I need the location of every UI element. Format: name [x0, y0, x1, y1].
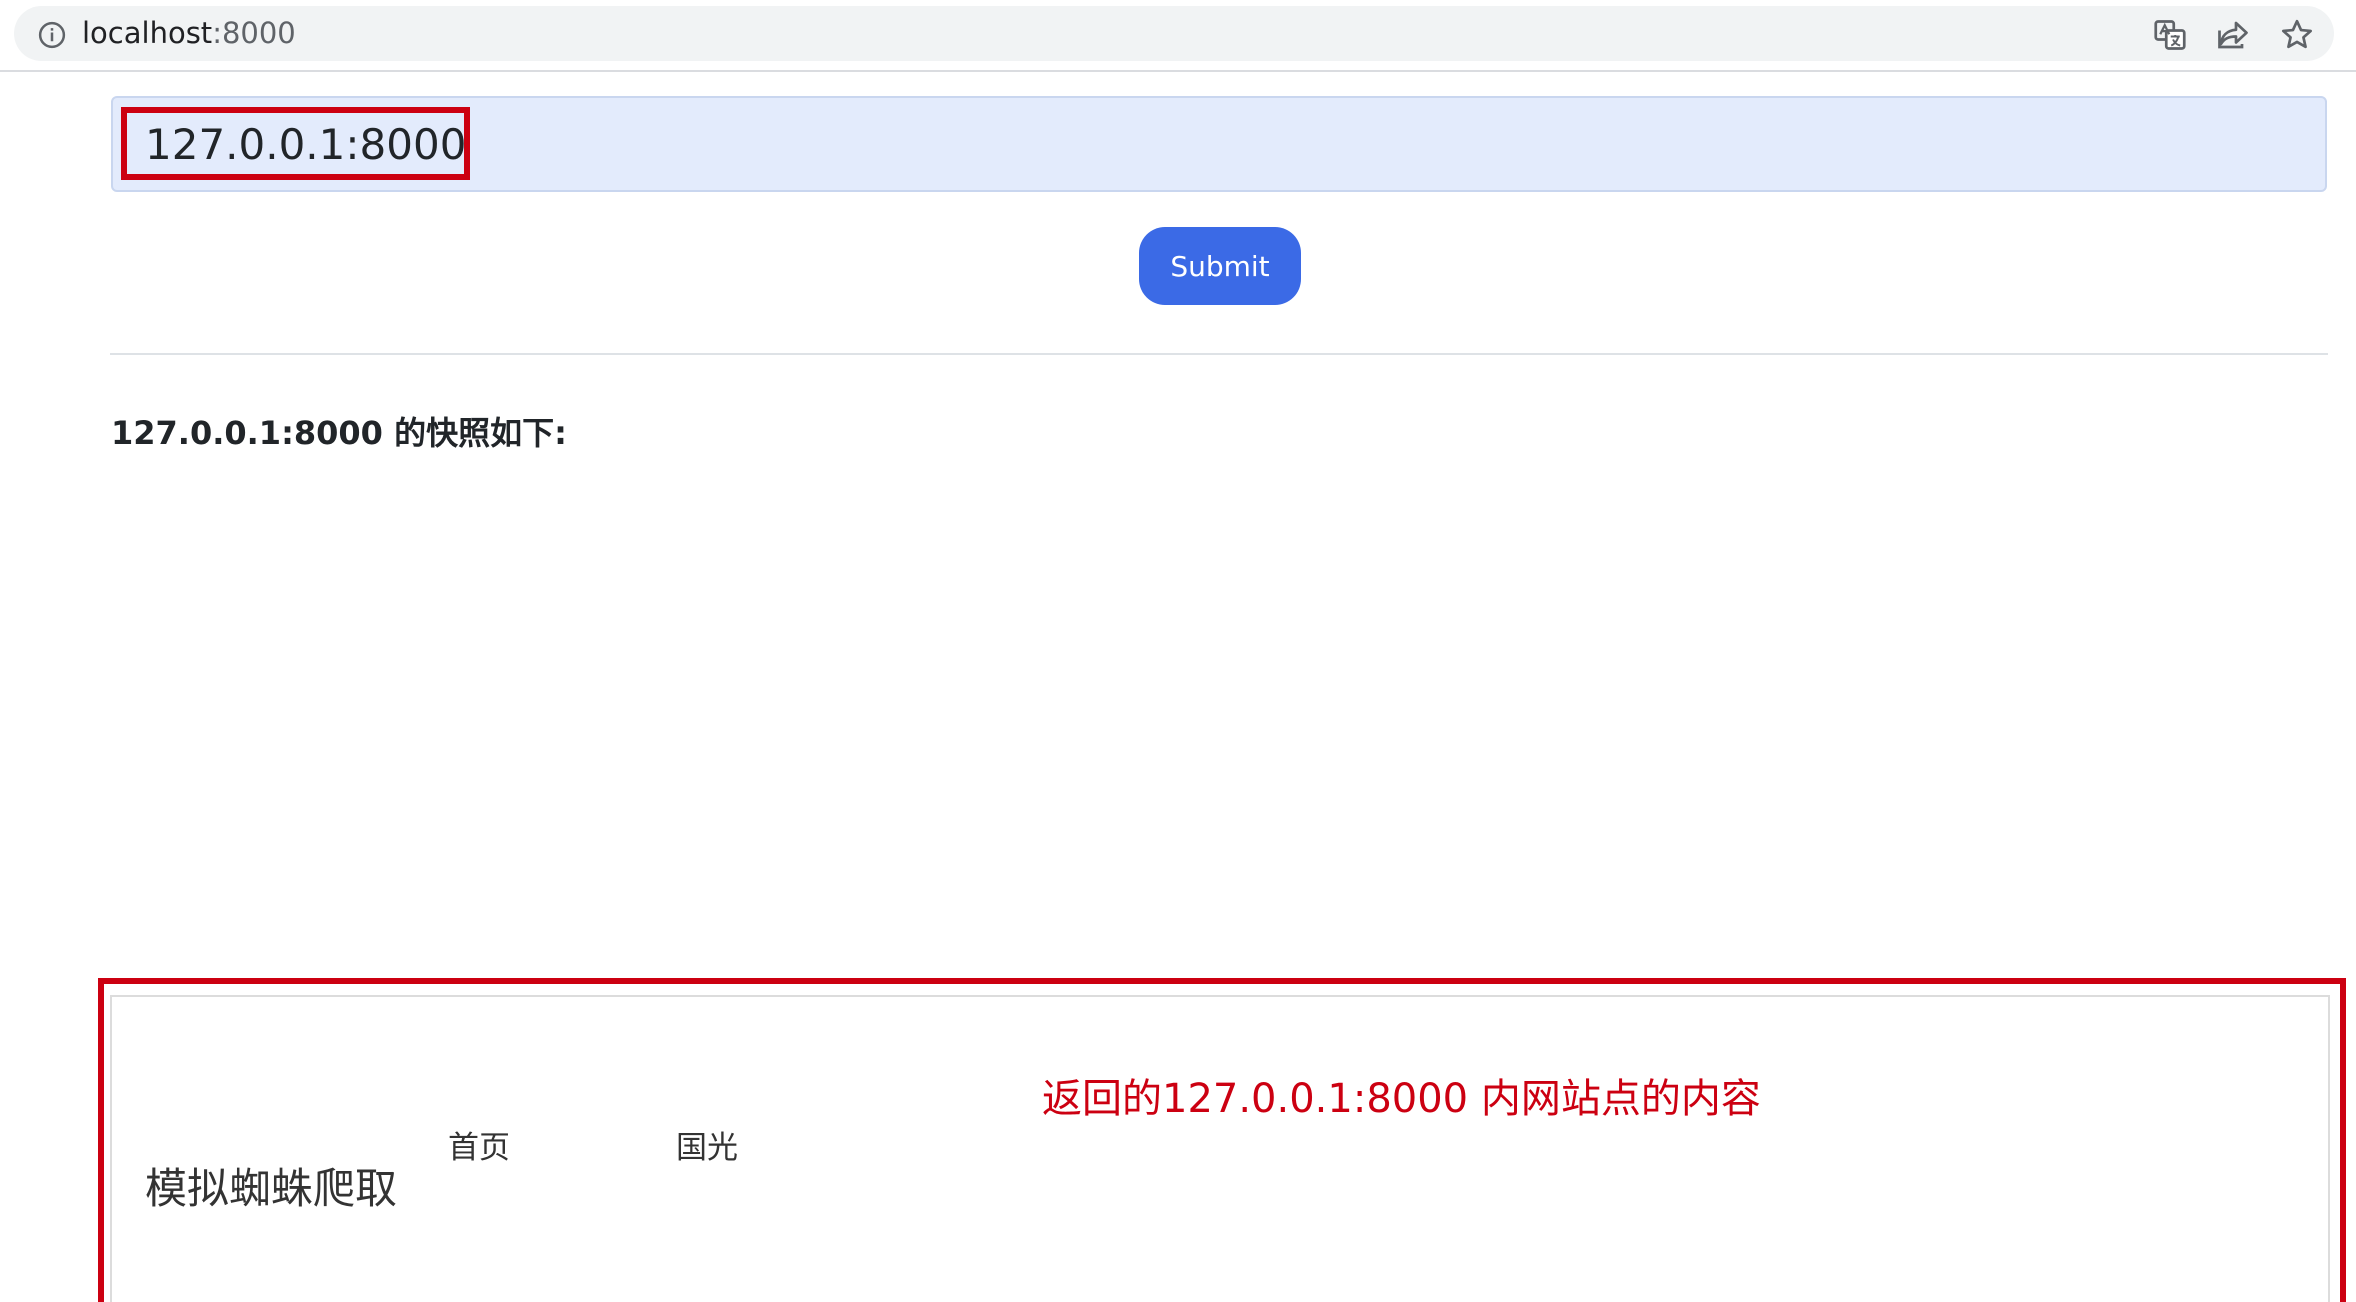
url-port: :8000 [212, 16, 296, 50]
page: localhost:8000 Submit 127.0.0.1:8000 的快照… [0, 0, 2356, 1302]
snapshot-site-brand[interactable]: 模拟蜘蛛爬取 [145, 1155, 397, 1216]
info-icon[interactable] [37, 20, 67, 50]
star-icon[interactable] [2279, 17, 2315, 53]
snapshot-nav-guoguang[interactable]: 国光 [676, 1122, 738, 1167]
annotation-label: 返回的127.0.0.1:8000 内网站点的内容 [1042, 1076, 1761, 1122]
url-input[interactable] [113, 98, 2325, 190]
browser-toolbar: localhost:8000 [0, 0, 2356, 72]
url-host: localhost [82, 16, 213, 50]
snapshot-nav-home[interactable]: 首页 [448, 1122, 510, 1167]
snapshot-iframe[interactable] [110, 995, 2330, 1302]
url-input-container [111, 96, 2327, 192]
snapshot-heading: 127.0.0.1:8000 的快照如下: [111, 414, 567, 452]
address-bar[interactable] [14, 6, 2334, 61]
submit-button[interactable]: Submit [1139, 227, 1301, 305]
share-icon[interactable] [2215, 17, 2251, 53]
translate-icon[interactable] [2152, 17, 2188, 53]
address-url[interactable]: localhost:8000 [82, 14, 296, 52]
divider [110, 353, 2328, 355]
